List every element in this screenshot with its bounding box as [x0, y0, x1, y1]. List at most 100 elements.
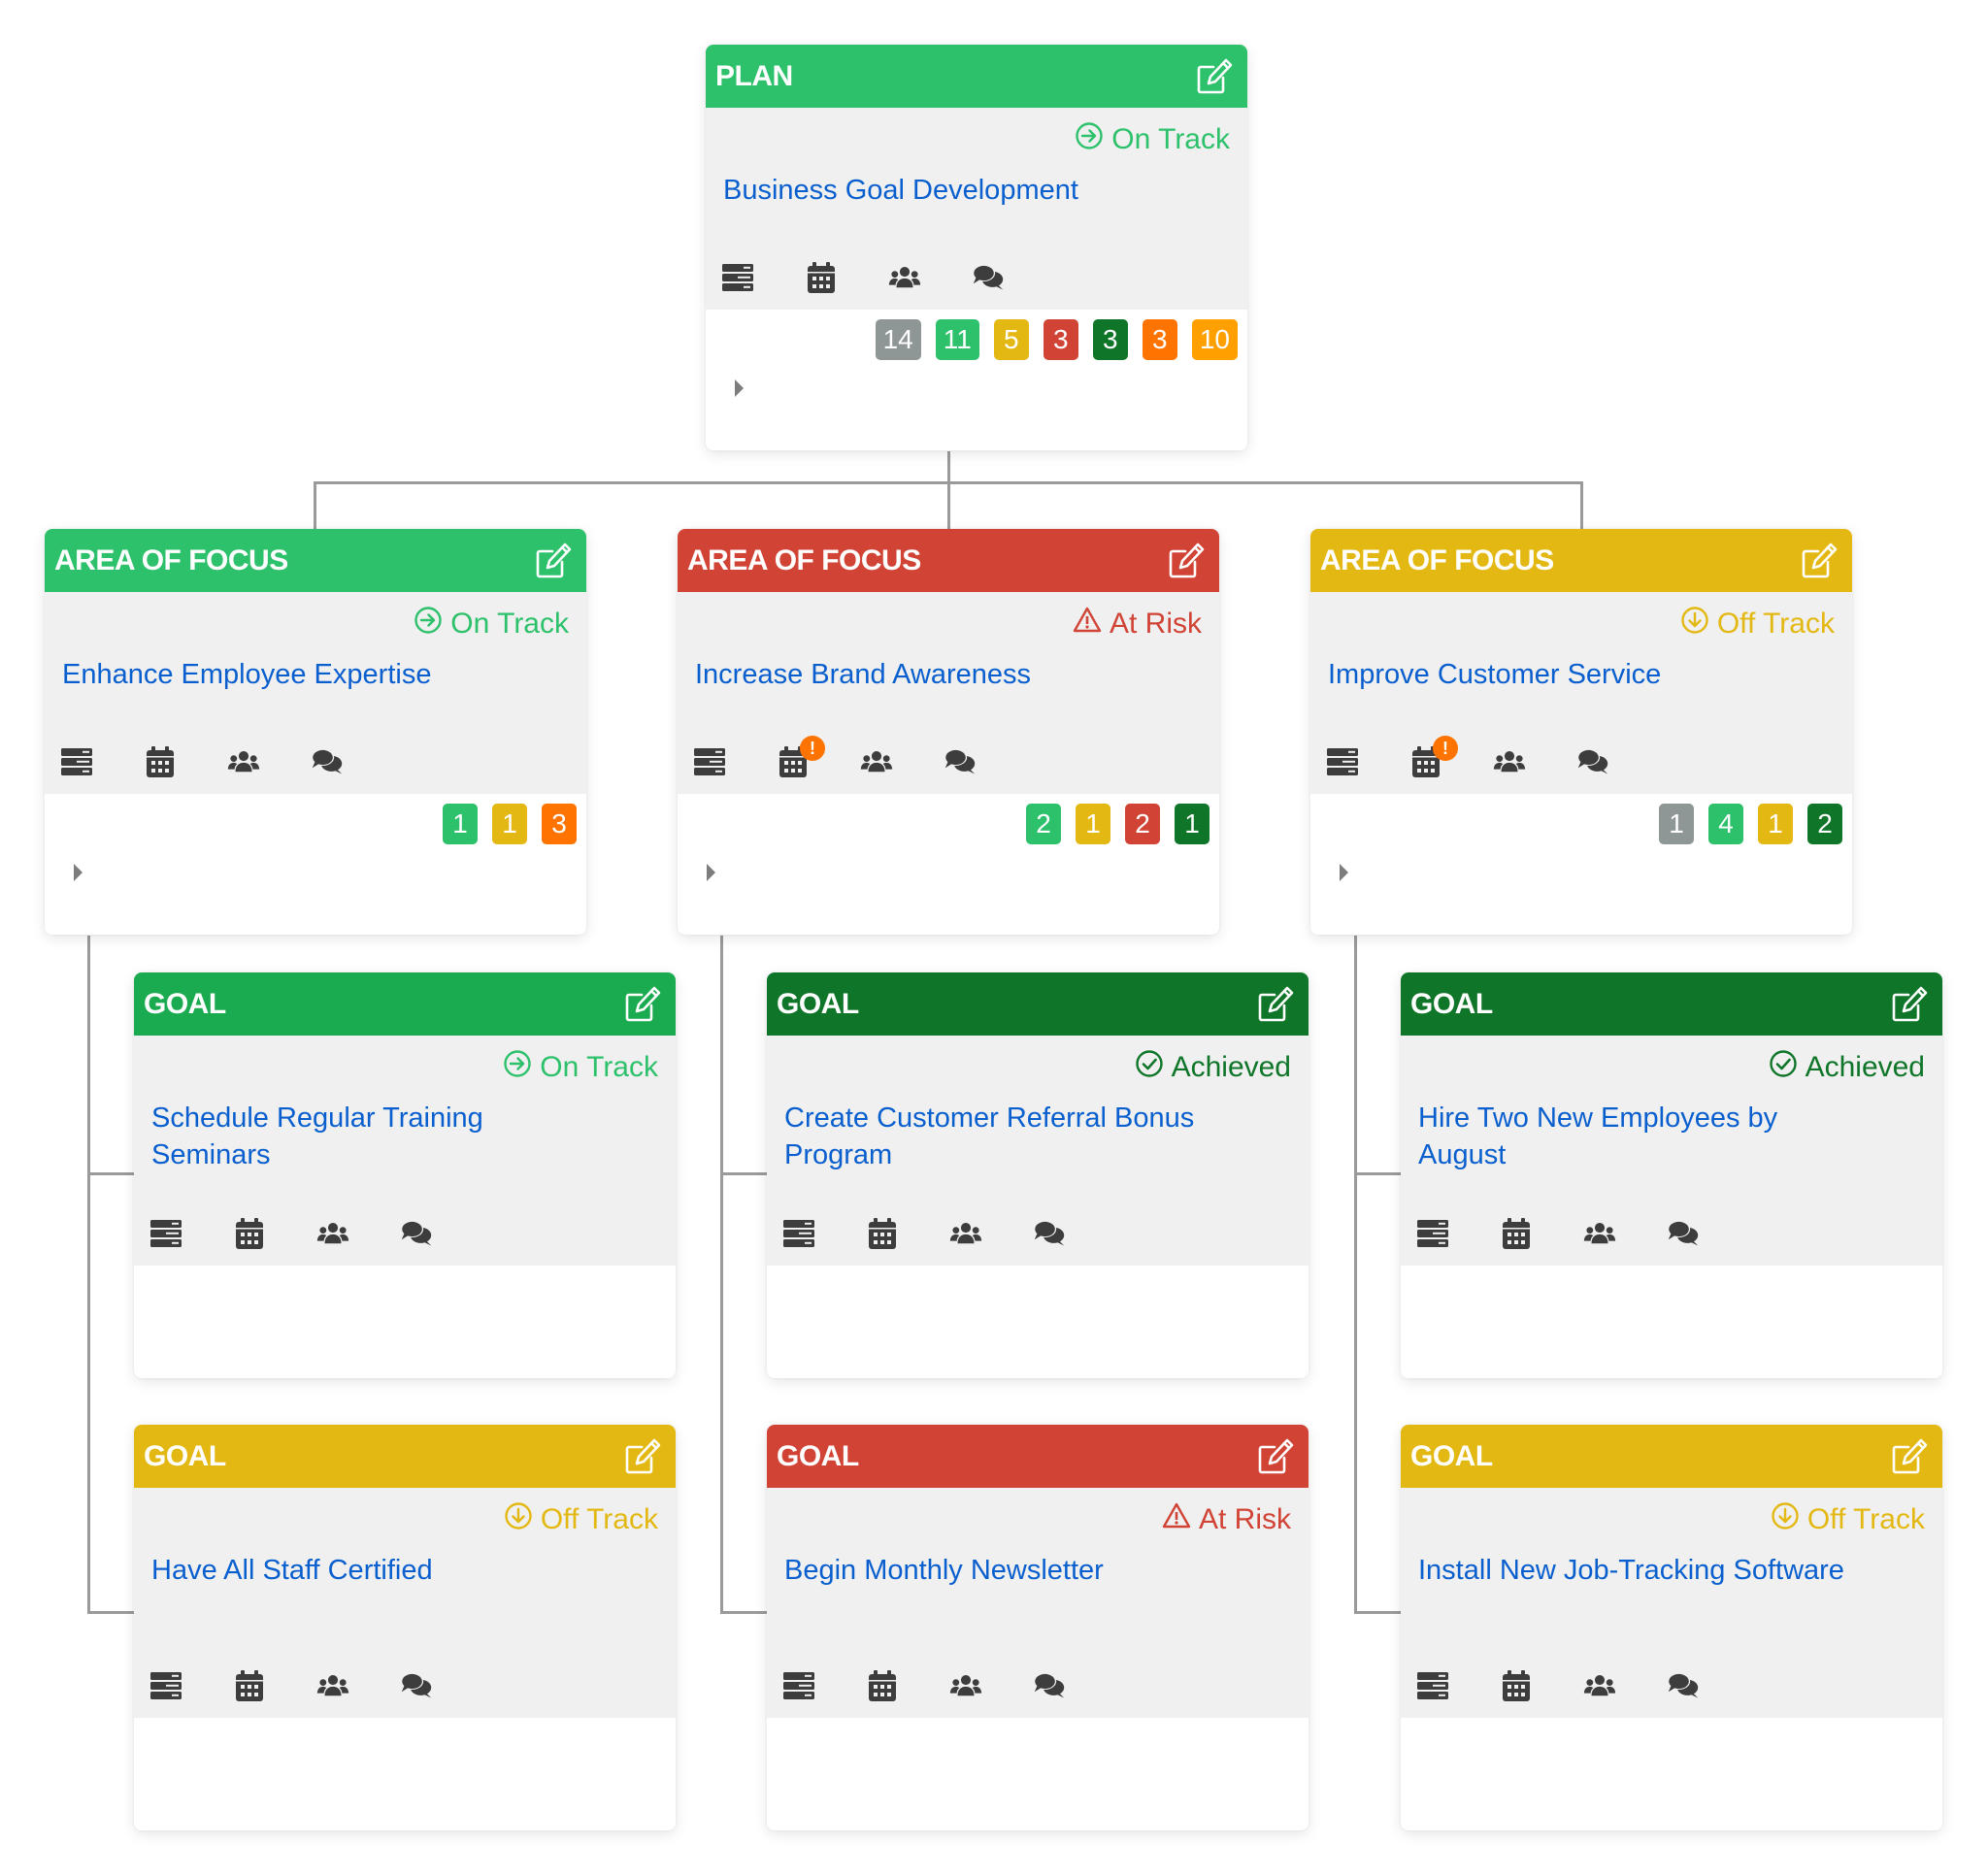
people-button[interactable]: [860, 745, 893, 778]
status-count-badge[interactable]: 2: [1125, 804, 1160, 844]
calendar-button[interactable]: [866, 1669, 899, 1702]
comments-button[interactable]: [400, 1217, 433, 1250]
comments-button[interactable]: [311, 745, 344, 778]
calendar-button[interactable]: !: [777, 736, 825, 778]
edit-button[interactable]: [532, 540, 575, 582]
edit-button[interactable]: [621, 1435, 664, 1478]
comments-button[interactable]: [1033, 1669, 1066, 1702]
comments-button[interactable]: [1033, 1217, 1066, 1250]
edit-button[interactable]: [1254, 983, 1297, 1026]
status-indicator: Off Track: [1771, 1501, 1925, 1538]
details-button[interactable]: [721, 261, 754, 294]
caret-right-icon[interactable]: [735, 379, 744, 397]
status-count-badge[interactable]: 2: [1026, 804, 1061, 844]
status-count-badge[interactable]: 10: [1191, 319, 1238, 360]
caret-right-icon[interactable]: [74, 864, 83, 881]
details-button[interactable]: [1416, 1669, 1449, 1702]
status-count-badge[interactable]: 1: [1659, 804, 1694, 844]
comments-button[interactable]: [1667, 1217, 1700, 1250]
status-count-badge[interactable]: 3: [1043, 319, 1078, 360]
calendar-button[interactable]: [866, 1217, 899, 1250]
people-button[interactable]: [888, 261, 921, 294]
list-icon: [783, 1672, 814, 1699]
status-count-badge[interactable]: 3: [542, 804, 577, 844]
card-title-link[interactable]: Begin Monthly Newsletter: [784, 1552, 1211, 1589]
card-title-link[interactable]: Have All Staff Certified: [151, 1552, 579, 1589]
status-count-badge[interactable]: 1: [1175, 804, 1209, 844]
details-button[interactable]: [782, 1669, 815, 1702]
comments-icon: [400, 1673, 432, 1698]
status-count-badge[interactable]: 1: [492, 804, 527, 844]
card-title-link[interactable]: Increase Brand Awareness: [695, 656, 1200, 693]
details-button[interactable]: [782, 1217, 815, 1250]
comments-button[interactable]: [972, 261, 1005, 294]
connector-goals-3-vertical: [1354, 936, 1357, 1614]
calendar-button[interactable]: [1500, 1217, 1533, 1250]
edit-button[interactable]: [1254, 1435, 1297, 1478]
caret-right-icon[interactable]: [1340, 864, 1348, 881]
calendar-button[interactable]: [233, 1669, 266, 1702]
people-button[interactable]: [1583, 1217, 1616, 1250]
card-title-link[interactable]: Schedule Regular Training Seminars: [151, 1100, 579, 1173]
people-button[interactable]: [1583, 1669, 1616, 1702]
edit-button[interactable]: [1888, 1435, 1931, 1478]
users-icon: [949, 1674, 982, 1696]
comments-button[interactable]: [1667, 1669, 1700, 1702]
edit-icon: [1802, 543, 1838, 577]
details-button[interactable]: [693, 745, 726, 778]
edit-button[interactable]: [1165, 540, 1208, 582]
comments-button[interactable]: [400, 1669, 433, 1702]
card-title-link[interactable]: Business Goal Development: [723, 172, 1228, 209]
comments-button[interactable]: [1576, 745, 1609, 778]
card-title-link[interactable]: Hire Two New Employees by August: [1418, 1100, 1845, 1173]
calendar-button[interactable]: [805, 261, 838, 294]
status-count-badge[interactable]: 1: [443, 804, 478, 844]
arrow-down-circle-icon: [1681, 607, 1708, 634]
details-button[interactable]: [1416, 1217, 1449, 1250]
comments-icon: [311, 749, 343, 774]
card-title-link[interactable]: Enhance Employee Expertise: [62, 656, 567, 693]
people-button[interactable]: [316, 1669, 349, 1702]
card-footer: 1412: [1310, 794, 1852, 935]
list-icon: [1417, 1672, 1448, 1699]
card-header: AREA OF FOCUS: [1310, 529, 1852, 592]
card-body: On Track Business Goal Development: [706, 108, 1247, 310]
edit-button[interactable]: [1798, 540, 1840, 582]
status-count-badge[interactable]: 11: [935, 319, 979, 360]
caret-right-icon[interactable]: [707, 864, 715, 881]
people-button[interactable]: [316, 1217, 349, 1250]
area-of-focus-card: AREA OF FOCUS Off Track Improve Customer…: [1310, 529, 1852, 935]
card-title-link[interactable]: Create Customer Referral Bonus Program: [784, 1100, 1211, 1173]
edit-button[interactable]: [1888, 983, 1931, 1026]
status-count-badge[interactable]: 3: [1142, 319, 1177, 360]
status-count-badge[interactable]: 1: [1758, 804, 1793, 844]
calendar-button[interactable]: [1500, 1669, 1533, 1702]
edit-button[interactable]: [621, 983, 664, 1026]
calendar-button[interactable]: [144, 745, 177, 778]
status-text: On Track: [450, 608, 569, 640]
people-button[interactable]: [949, 1217, 982, 1250]
people-button[interactable]: [949, 1669, 982, 1702]
card-title-link[interactable]: Improve Customer Service: [1328, 656, 1833, 693]
card-title-link[interactable]: Install New Job-Tracking Software: [1418, 1552, 1845, 1589]
card-body: Achieved Hire Two New Employees by Augus…: [1401, 1036, 1942, 1266]
details-button[interactable]: [149, 1669, 182, 1702]
people-button[interactable]: [227, 745, 260, 778]
status-count-badge[interactable]: 3: [1092, 319, 1128, 360]
card-type-label: GOAL: [1410, 987, 1493, 1020]
details-button[interactable]: [1326, 745, 1359, 778]
details-button[interactable]: [149, 1217, 182, 1250]
warning-triangle-icon: [1073, 607, 1102, 633]
calendar-button[interactable]: !: [1409, 736, 1458, 778]
status-count-badge[interactable]: 4: [1708, 804, 1743, 844]
comments-button[interactable]: [944, 745, 977, 778]
status-count-badge[interactable]: 1: [1076, 804, 1110, 844]
status-count-badge[interactable]: 14: [875, 319, 921, 360]
status-count-badge[interactable]: 5: [993, 319, 1029, 360]
edit-button[interactable]: [1193, 55, 1236, 98]
status-count-badge[interactable]: 2: [1807, 804, 1842, 844]
status-indicator: On Track: [414, 606, 569, 642]
details-button[interactable]: [60, 745, 93, 778]
people-button[interactable]: [1493, 745, 1526, 778]
calendar-button[interactable]: [233, 1217, 266, 1250]
